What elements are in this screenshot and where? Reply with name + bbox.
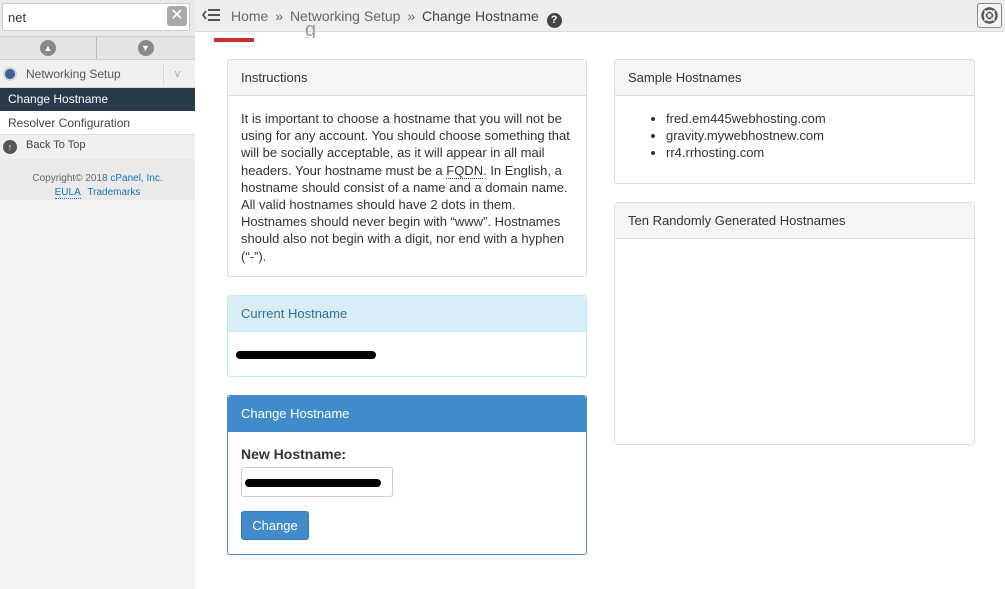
sample-hostnames-list: fred.em445webhosting.com gravity.mywebho… xyxy=(615,96,974,161)
copyright-line: Copyright© 2018 cPanel, Inc. xyxy=(0,172,195,186)
life-ring-icon[interactable] xyxy=(977,3,1002,28)
sample-hostnames-panel: Sample Hostnames fred.em445webhosting.co… xyxy=(614,59,975,184)
back-to-top-label: Back To Top xyxy=(26,139,86,151)
random-hostnames-panel: Ten Randomly Generated Hostnames xyxy=(614,202,975,445)
back-to-top-link[interactable]: ↑ Back To Top xyxy=(0,135,195,159)
breadcrumb-separator: » xyxy=(407,8,416,24)
breadcrumb-separator: » xyxy=(275,8,284,24)
group-toggle-icon[interactable]: v xyxy=(163,64,191,84)
current-hostname-panel: Current Hostname xyxy=(227,295,587,377)
trademarks-link[interactable]: Trademarks xyxy=(87,187,140,198)
current-hostname-title: Current Hostname xyxy=(228,296,586,332)
page-title: g xyxy=(305,24,317,38)
list-item: gravity.mywebhostnew.com xyxy=(666,127,974,144)
arrow-up-icon: ↑ xyxy=(3,140,17,154)
sidebar-item-resolver-configuration[interactable]: Resolver Configuration xyxy=(0,111,195,135)
networking-setup-icon xyxy=(3,67,17,81)
breadcrumb-home[interactable]: Home xyxy=(231,8,268,24)
chevron-up-icon: ▲ xyxy=(40,40,56,56)
help-icon[interactable]: ? xyxy=(546,13,562,28)
breadcrumb-current: Change Hostname xyxy=(422,8,539,24)
list-item: rr4.rrhosting.com xyxy=(666,144,974,161)
breadcrumb: Home » Networking Setup » Change Hostnam… xyxy=(231,8,562,28)
legal-links: EULA Trademarks xyxy=(0,186,195,200)
change-hostname-panel: Change Hostname New Hostname: Change xyxy=(227,395,587,555)
chevron-down-icon: ▼ xyxy=(137,40,154,56)
redacted-hostname xyxy=(236,351,376,359)
sidebar-footer: Copyright© 2018 cPanel, Inc. EULA Tradem… xyxy=(0,159,195,200)
instructions-panel: Instructions It is important to choose a… xyxy=(227,59,587,277)
collapse-all-button[interactable]: ▲ xyxy=(0,37,97,59)
menu-collapse-icon[interactable] xyxy=(201,6,221,24)
sidebar: ✕ ▲ ▼ Networking Setup v Change Hostname… xyxy=(0,0,195,589)
new-hostname-label: New Hostname: xyxy=(241,446,347,462)
sidebar-search: ✕ xyxy=(0,0,195,36)
expand-all-button[interactable]: ▼ xyxy=(97,37,194,59)
sidebar-group-label: Networking Setup xyxy=(26,67,121,81)
eula-link[interactable]: EULA xyxy=(54,187,81,199)
collapse-expand-row: ▲ ▼ xyxy=(0,36,195,60)
fqdn-abbr: FQDN xyxy=(446,162,484,179)
sidebar-group-networking-setup[interactable]: Networking Setup v xyxy=(0,60,195,88)
copyright-text: Copyright© 2018 xyxy=(32,173,111,184)
cpanel-link[interactable]: cPanel, Inc. xyxy=(110,173,162,184)
page-title-icon xyxy=(214,38,254,42)
sample-hostnames-title: Sample Hostnames xyxy=(615,60,974,96)
clear-search-icon[interactable]: ✕ xyxy=(167,6,187,26)
list-item: fred.em445webhosting.com xyxy=(666,110,974,127)
sidebar-item-change-hostname[interactable]: Change Hostname xyxy=(0,88,195,111)
new-hostname-input[interactable] xyxy=(241,467,393,497)
instructions-body: It is important to choose a hostname tha… xyxy=(228,96,586,279)
change-hostname-title: Change Hostname xyxy=(228,396,586,432)
change-button[interactable]: Change xyxy=(241,511,309,540)
breadcrumb-networking-setup[interactable]: Networking Setup xyxy=(290,8,401,24)
instructions-title: Instructions xyxy=(228,60,586,96)
random-hostnames-title: Ten Randomly Generated Hostnames xyxy=(615,203,974,239)
search-input[interactable] xyxy=(2,3,190,31)
